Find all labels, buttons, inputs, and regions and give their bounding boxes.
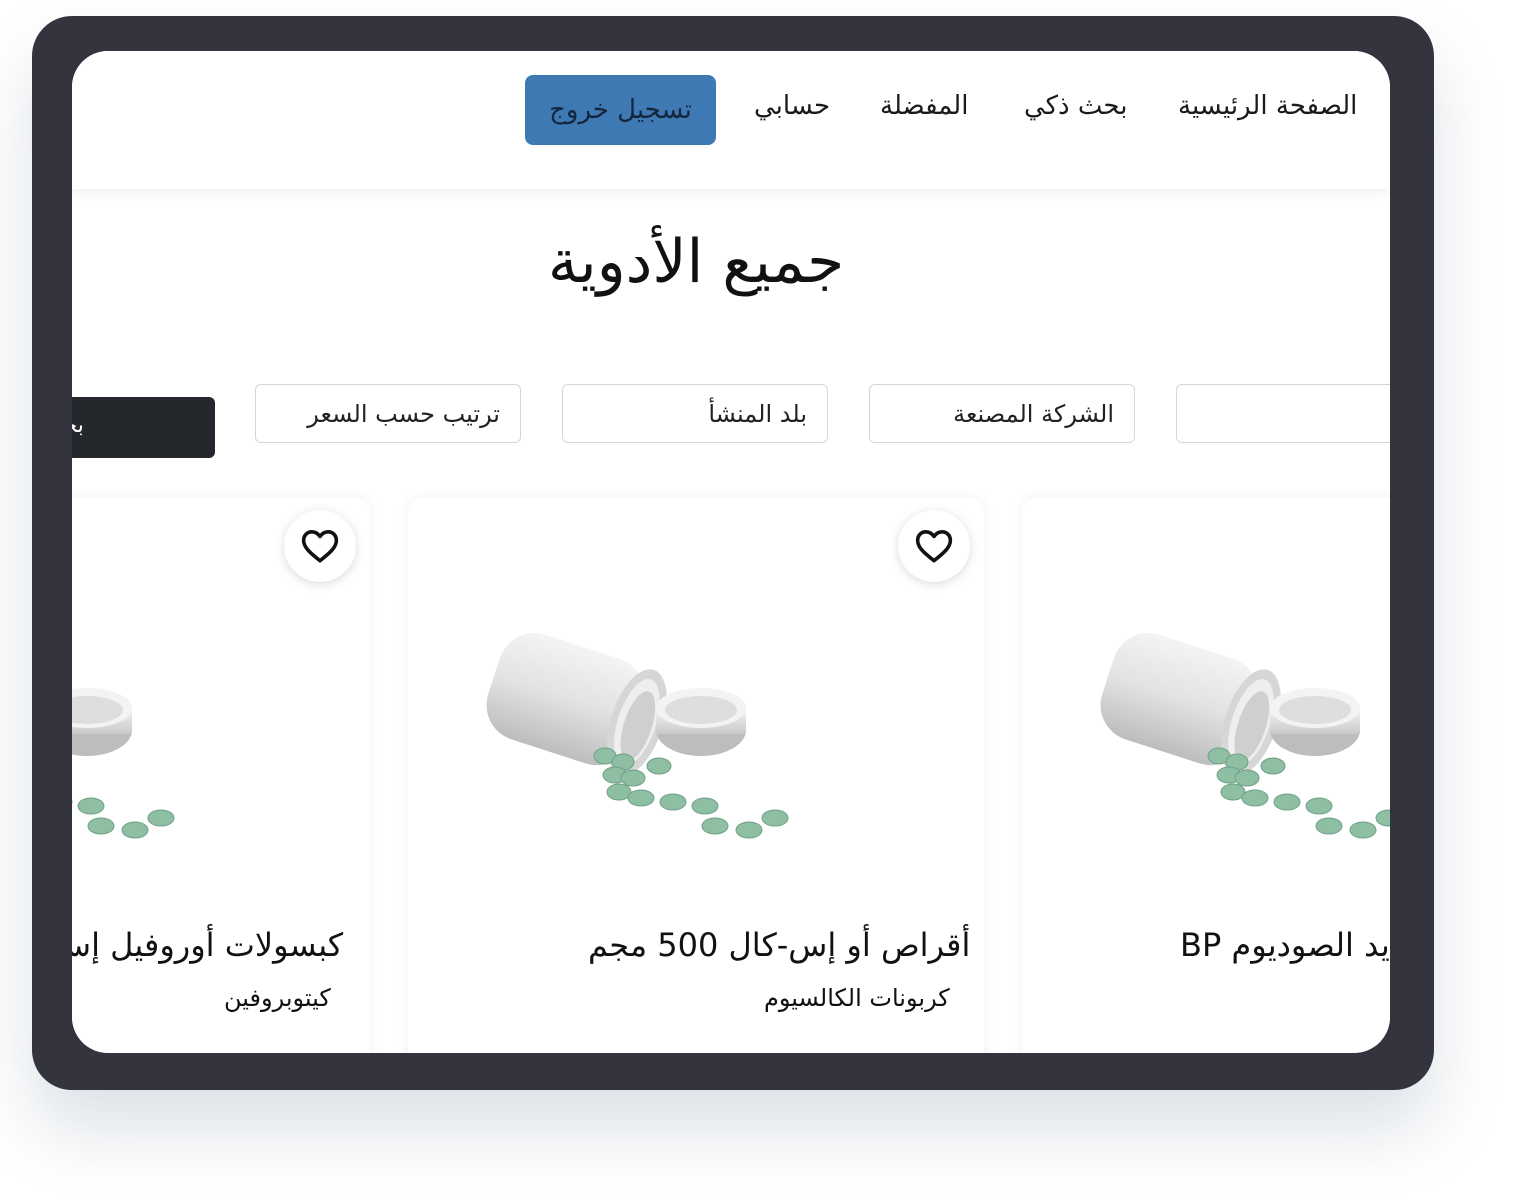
sort-price-filter[interactable]: ترتيب حسب السعر (255, 384, 521, 443)
medicine-card[interactable]: أقراص أو إس-كال 500 مجم كربونات الكالسيو… (408, 498, 984, 1053)
pill-bottle-image (483, 630, 789, 839)
nav-home-link[interactable]: الصفحة الرئيسية (1178, 91, 1357, 121)
app-screen: الصفحة الرئيسية بحث ذكي المفضلة حسابي تس… (72, 51, 1390, 1053)
origin-country-filter-label: بلد المنشأ (708, 399, 807, 428)
pill-bottle-image (1097, 630, 1390, 839)
medicine-name: كبسولات أوروفيل إس (72, 926, 344, 964)
manufacturer-filter-label: الشركة المصنعة (953, 399, 1114, 428)
logout-button[interactable]: تسجيل خروج (525, 75, 716, 145)
medicine-name: يد الصوديوم BP (1180, 926, 1390, 964)
search-button[interactable]: بحث (72, 397, 215, 458)
search-input[interactable] (1176, 384, 1390, 443)
heart-outline-icon (301, 529, 339, 563)
pill-bottle-image (72, 630, 175, 839)
favorite-button[interactable] (284, 510, 356, 582)
medicine-generic-name: كيتوبروفين (224, 984, 331, 1012)
top-navbar: الصفحة الرئيسية بحث ذكي المفضلة حسابي تس… (72, 51, 1390, 189)
search-button-label: بحث (72, 413, 84, 438)
sort-price-filter-label: ترتيب حسب السعر (307, 399, 500, 428)
favorite-button[interactable] (898, 510, 970, 582)
heart-outline-icon (915, 529, 953, 563)
page-title: جميع الأدوية (547, 227, 845, 297)
nav-favorites-link[interactable]: المفضلة (880, 91, 968, 121)
origin-country-filter[interactable]: بلد المنشأ (562, 384, 828, 443)
nav-smart-search-link[interactable]: بحث ذكي (1024, 91, 1127, 121)
medicine-name: أقراص أو إس-كال 500 مجم (588, 926, 971, 964)
manufacturer-filter[interactable]: الشركة المصنعة (869, 384, 1135, 443)
medicine-card[interactable]: كبسولات أوروفيل إس كيتوبروفين (72, 498, 370, 1053)
nav-account-link[interactable]: حسابي (754, 91, 830, 121)
medicine-generic-name: كربونات الكالسيوم (764, 984, 950, 1012)
medicine-card[interactable]: يد الصوديوم BP (1022, 498, 1390, 1053)
